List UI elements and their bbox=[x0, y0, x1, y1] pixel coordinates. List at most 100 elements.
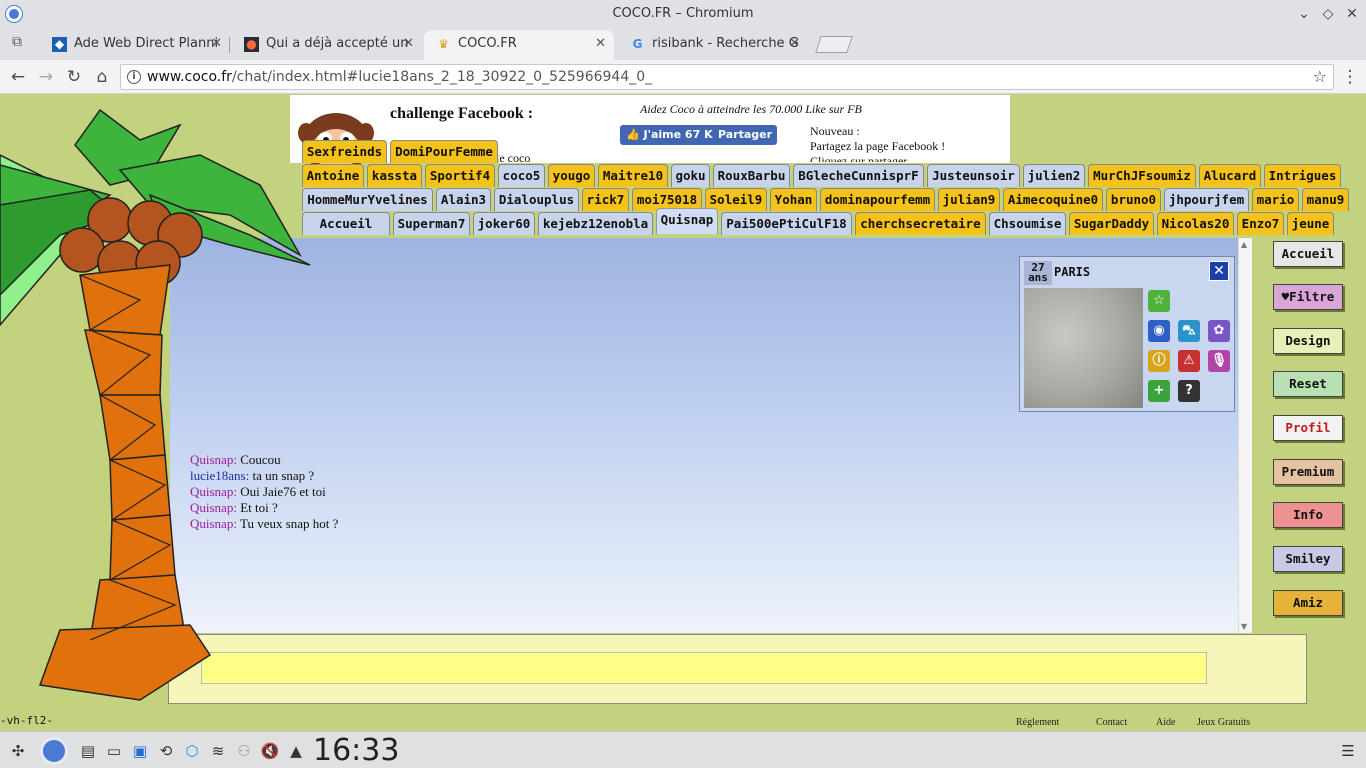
footer-link-contact[interactable]: Contact bbox=[1096, 717, 1127, 728]
nick-tab-hommemuryvelines[interactable]: HommeMurYvelines bbox=[302, 188, 433, 211]
battery-icon[interactable]: ▭ bbox=[104, 741, 124, 761]
close-tab-icon[interactable]: ✕ bbox=[789, 30, 800, 58]
nick-tab-manu9[interactable]: manu9 bbox=[1302, 188, 1349, 211]
nick-tab-quisnap[interactable]: Quisnap bbox=[656, 208, 718, 234]
volume-muted-icon[interactable]: 🔇 bbox=[260, 741, 280, 761]
hamburger-menu-icon[interactable]: ☰ bbox=[1338, 741, 1358, 761]
nick-tab-enzo7[interactable]: Enzo7 bbox=[1237, 212, 1284, 235]
nick-tab-dominapourfemm[interactable]: dominapourfemm bbox=[820, 188, 935, 211]
menu-kebab-icon[interactable]: ⋮ bbox=[1338, 65, 1362, 89]
nick-tab-cherchsecretaire[interactable]: cherchsecretaire bbox=[855, 212, 986, 235]
nick-tab-joker60[interactable]: joker60 bbox=[473, 212, 535, 235]
scroll-down-icon[interactable]: ▼ bbox=[1241, 622, 1247, 631]
alert-icon[interactable]: ⚠ bbox=[1178, 350, 1200, 372]
nick-tab-yohan[interactable]: Yohan bbox=[770, 188, 817, 211]
tab-search-icon[interactable]: ⧉ bbox=[6, 34, 28, 54]
nick-tab-coco5[interactable]: coco5 bbox=[498, 164, 545, 187]
nick-tab-kassta[interactable]: kassta bbox=[367, 164, 422, 187]
side-button-amiz[interactable]: Amiz bbox=[1273, 590, 1343, 616]
minimize-icon[interactable]: ⌄ bbox=[1294, 4, 1314, 24]
nick-tab-justeunsoir[interactable]: Justeunsoir bbox=[927, 164, 1020, 187]
facebook-like-button[interactable]: 👍 J'aime 67 K bbox=[620, 125, 719, 145]
facebook-share-button[interactable]: Partager bbox=[713, 125, 778, 145]
wifi-icon[interactable]: ≋ bbox=[208, 741, 228, 761]
browser-tab-ade[interactable]: ◆ Ade Web Direct Planni ✕ bbox=[40, 30, 230, 60]
new-tab-button[interactable] bbox=[815, 36, 853, 53]
nick-tab-murchjfsoumiz[interactable]: MurChJFsoumiz bbox=[1088, 164, 1196, 187]
add-friend-icon[interactable]: + bbox=[1148, 380, 1170, 402]
browser-tab-coco[interactable]: ♛ COCO.FR ✕ bbox=[424, 30, 614, 60]
sync-icon[interactable]: ⬡ bbox=[182, 741, 202, 761]
tray-expand-icon[interactable]: ▲ bbox=[286, 741, 306, 761]
nick-tab-intrigues[interactable]: Intrigues bbox=[1264, 164, 1341, 187]
nick-tab-jhpourjfem[interactable]: jhpourjfem bbox=[1164, 188, 1249, 211]
nick-tab-sportif4[interactable]: Sportif4 bbox=[425, 164, 495, 187]
nick-tab-julien2[interactable]: julien2 bbox=[1023, 164, 1085, 187]
info-icon[interactable]: ⓘ bbox=[1148, 350, 1170, 372]
address-bar[interactable]: i www.coco.fr/chat/index.html#lucie18ans… bbox=[120, 64, 1334, 90]
clipboard-icon[interactable]: ▤ bbox=[78, 741, 98, 761]
close-profile-icon[interactable]: ✕ bbox=[1209, 261, 1229, 281]
flower-icon[interactable]: ✿ bbox=[1208, 320, 1230, 342]
side-button-design[interactable]: Design bbox=[1273, 328, 1343, 354]
nick-tab-alucard[interactable]: Alucard bbox=[1199, 164, 1261, 187]
nick-tab-domipourfemme[interactable]: DomiPourFemme bbox=[390, 140, 498, 163]
chat-scrollbar[interactable]: ▲ ▼ bbox=[1238, 238, 1252, 633]
side-button-smiley[interactable]: Smiley bbox=[1273, 546, 1343, 572]
nick-tab-mario[interactable]: mario bbox=[1252, 188, 1299, 211]
nick-tab-pai500epticulf18[interactable]: Pai500ePtiCulF18 bbox=[721, 212, 852, 235]
message-input[interactable] bbox=[201, 652, 1207, 684]
browser-tab-qui[interactable]: ● Qui a déjà accepté un ✕ bbox=[232, 30, 422, 60]
app-launcher-icon[interactable]: ✣ bbox=[8, 741, 28, 761]
car-icon[interactable]: ⛍ bbox=[1178, 320, 1200, 342]
close-tab-icon[interactable]: ✕ bbox=[211, 30, 222, 58]
nick-tab-kejebz12enobla[interactable]: kejebz12enobla bbox=[538, 212, 653, 235]
nick-tab-julian9[interactable]: julian9 bbox=[938, 188, 1000, 211]
nick-tab-jeune[interactable]: jeune bbox=[1287, 212, 1334, 235]
nick-tab-maitre10[interactable]: Maitre10 bbox=[598, 164, 668, 187]
close-tab-icon[interactable]: ✕ bbox=[595, 30, 606, 58]
side-button-filtre[interactable]: ♥Filtre bbox=[1273, 284, 1343, 310]
side-button-profil[interactable]: Profil bbox=[1273, 415, 1343, 441]
nick-tab-sugardaddy[interactable]: SugarDaddy bbox=[1069, 212, 1154, 235]
nick-tab-rick7[interactable]: rick7 bbox=[582, 188, 629, 211]
maximize-icon[interactable]: ◇ bbox=[1318, 4, 1338, 24]
side-button-reset[interactable]: Reset bbox=[1273, 371, 1343, 397]
nick-tab-yougo[interactable]: yougo bbox=[548, 164, 595, 187]
site-info-icon[interactable]: i bbox=[127, 70, 141, 84]
footer-link-jeux[interactable]: Jeux Gratuits bbox=[1197, 717, 1250, 728]
browser-tab-risibank[interactable]: G risibank - Recherche G ✕ bbox=[618, 30, 808, 60]
bluetooth-icon[interactable]: ⚇ bbox=[234, 741, 254, 761]
chromium-taskbar-icon[interactable] bbox=[40, 737, 68, 765]
close-window-icon[interactable]: ✕ bbox=[1342, 4, 1362, 24]
webcam-icon[interactable]: ◉ bbox=[1148, 320, 1170, 342]
side-button-info[interactable]: Info bbox=[1273, 502, 1343, 528]
footer-link-aide[interactable]: Aide bbox=[1156, 717, 1175, 728]
home-icon[interactable]: ⌂ bbox=[90, 65, 114, 89]
nick-tab-goku[interactable]: goku bbox=[671, 164, 710, 187]
nick-tab-chsoumise[interactable]: Chsoumise bbox=[989, 212, 1066, 235]
nick-tab-nicolas20[interactable]: Nicolas20 bbox=[1157, 212, 1234, 235]
nick-tab-bglechecunnisprf[interactable]: BGlecheCunnisprF bbox=[793, 164, 924, 187]
star-icon[interactable]: ☆ bbox=[1148, 290, 1170, 312]
nick-tab-aimecoquine0[interactable]: Aimecoquine0 bbox=[1003, 188, 1103, 211]
nick-tab-superman7[interactable]: Superman7 bbox=[393, 212, 470, 235]
bookmark-star-icon[interactable]: ☆ bbox=[1313, 67, 1327, 86]
microphone-icon[interactable]: 🎙 bbox=[1208, 350, 1230, 372]
nick-tab-alain3[interactable]: Alain3 bbox=[436, 188, 491, 211]
nick-tab-bruno0[interactable]: bruno0 bbox=[1106, 188, 1161, 211]
help-icon[interactable]: ? bbox=[1178, 380, 1200, 402]
nick-tab-dialouplus[interactable]: Dialouplus bbox=[494, 188, 579, 211]
updates-icon[interactable]: ⟲ bbox=[156, 741, 176, 761]
close-tab-icon[interactable]: ✕ bbox=[403, 30, 414, 58]
footer-link-reglement[interactable]: Réglement bbox=[1016, 717, 1059, 728]
reload-icon[interactable]: ↻ bbox=[62, 65, 86, 89]
forward-arrow-icon[interactable]: → bbox=[34, 65, 58, 89]
side-button-premium[interactable]: Premium bbox=[1273, 459, 1343, 485]
clock[interactable]: 16:33 bbox=[313, 733, 399, 768]
side-button-accueil[interactable]: Accueil bbox=[1273, 241, 1343, 267]
chat-icon[interactable]: ▣ bbox=[130, 741, 150, 761]
scroll-up-icon[interactable]: ▲ bbox=[1241, 240, 1247, 249]
nick-tab-rouxbarbu[interactable]: RouxBarbu bbox=[713, 164, 790, 187]
profile-photo[interactable] bbox=[1024, 288, 1143, 408]
